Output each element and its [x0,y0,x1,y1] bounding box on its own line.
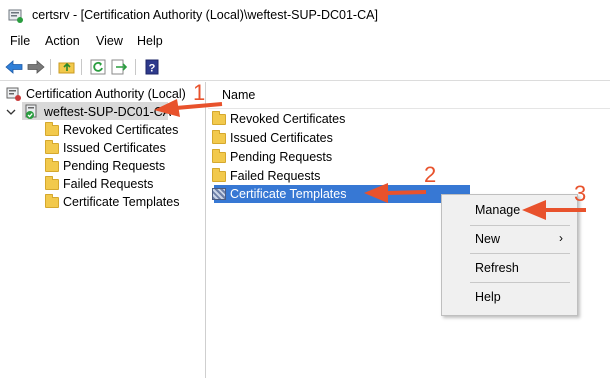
column-header[interactable]: Name [208,82,610,109]
tree-item-certificate-templates[interactable]: Certificate Templates [45,193,180,211]
context-menu-separator [470,282,570,283]
toolbar: ? [0,54,610,81]
folder-icon [212,148,226,163]
tree-item-issued-certificates[interactable]: Issued Certificates [45,139,166,157]
annotation-number-2: 2 [424,162,437,187]
context-menu-refresh[interactable]: Refresh [475,261,519,275]
tree-item-revoked-certificates[interactable]: Revoked Certificates [45,121,178,139]
toolbar-separator [135,59,136,75]
title-bar: certsrv - [Certification Authority (Loca… [0,0,610,32]
chevron-down-icon[interactable] [6,107,16,117]
certification-authority-icon [6,87,21,101]
list-item-label: Pending Requests [230,150,333,164]
list-item-revoked-certificates[interactable]: Revoked Certificates [212,110,345,128]
folder-icon [45,157,59,172]
folder-icon [212,110,226,125]
menu-action[interactable]: Action [45,34,80,48]
context-menu-separator [470,225,570,226]
svg-text:?: ? [149,63,156,75]
folder-icon [212,167,226,182]
context-menu-help[interactable]: Help [475,290,501,304]
context-menu: Manage New › Refresh Help [441,194,578,316]
up-one-level-button[interactable] [57,57,77,77]
toolbar-separator [81,59,82,75]
context-menu-separator [470,253,570,254]
certsrv-icon [8,9,23,23]
forward-button[interactable] [26,57,46,77]
window-title: certsrv - [Certification Authority (Loca… [32,8,378,22]
column-header-name[interactable]: Name [222,88,255,102]
tree-item-label: Pending Requests [63,159,166,173]
console-tree[interactable]: Certification Authority (Local) weftest-… [0,82,206,378]
folder-icon [45,175,59,190]
list-item-label: Revoked Certificates [230,112,346,126]
list-item-label: Failed Requests [230,169,321,183]
folder-icon [45,121,59,136]
list-item-pending-requests[interactable]: Pending Requests [212,148,332,166]
context-menu-new[interactable]: New [475,232,500,246]
menu-help[interactable]: Help [137,34,163,48]
tree-root-node[interactable]: Certification Authority (Local) [6,85,186,103]
list-item-failed-requests[interactable]: Failed Requests [212,167,320,185]
tree-item-pending-requests[interactable]: Pending Requests [45,157,165,175]
ca-server-check-icon [25,104,37,119]
menu-bar: File Action View Help [0,32,610,52]
list-item-certificate-templates[interactable]: Certificate Templates [212,185,347,203]
back-button[interactable] [4,57,24,77]
tree-item-label: Failed Requests [63,177,154,191]
help-icon: ? [145,59,159,75]
refresh-button[interactable] [88,57,108,77]
list-item-label: Issued Certificates [230,131,333,145]
tree-item-failed-requests[interactable]: Failed Requests [45,175,153,193]
annotation-number-3: 3 [574,181,587,206]
toolbar-separator [50,59,51,75]
list-item-issued-certificates[interactable]: Issued Certificates [212,129,333,147]
help-button[interactable]: ? [142,57,162,77]
forward-icon [27,60,45,74]
list-item-label: Certificate Templates [230,187,347,201]
refresh-icon [90,59,106,75]
annotation-number-1: 1 [193,80,206,105]
tree-root-label: Certification Authority (Local) [26,87,186,101]
export-icon [111,59,128,75]
tree-ca-node[interactable]: weftest-SUP-DC01-CA [6,103,171,121]
chevron-right-icon: › [559,231,563,245]
export-list-button[interactable] [110,57,130,77]
folder-icon [212,129,226,144]
certificate-templates-icon [212,188,226,200]
folder-icon [45,193,59,208]
up-folder-icon [58,62,75,74]
context-menu-manage[interactable]: Manage [475,203,520,217]
back-icon [5,60,23,74]
menu-view[interactable]: View [96,34,123,48]
tree-ca-label: weftest-SUP-DC01-CA [44,105,172,119]
tree-item-label: Issued Certificates [63,141,166,155]
menu-file[interactable]: File [10,34,30,48]
folder-icon [45,139,59,154]
tree-item-label: Certificate Templates [63,195,180,209]
tree-item-label: Revoked Certificates [63,123,179,137]
